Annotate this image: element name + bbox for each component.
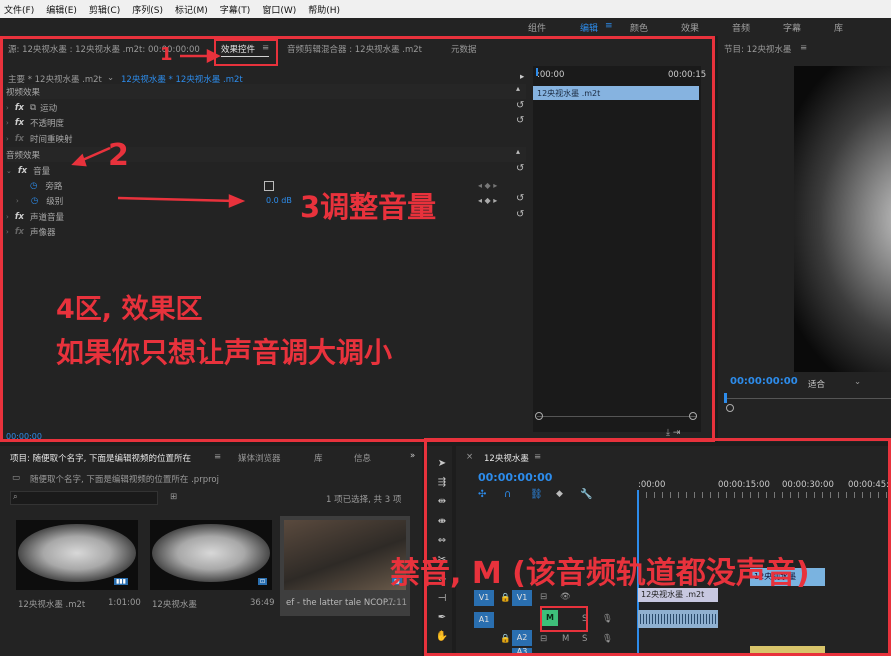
media-thumbnail[interactable]: ▮▮▮ bbox=[16, 520, 138, 590]
more-panels-icon[interactable]: » bbox=[410, 451, 415, 461]
project-file-name: 随便取个名字, 下面是编辑视频的位置所在 .prproj bbox=[30, 475, 219, 485]
annotation-mute-note: 禁音, M (该音频轨道都没声音) bbox=[390, 556, 810, 591]
chevron-down-icon[interactable]: ⌄ bbox=[854, 377, 861, 387]
audio-video-badge-icon: ▮▮▮ bbox=[114, 578, 128, 585]
media-item-duration: 1:01:00 bbox=[108, 598, 141, 608]
new-bin-icon[interactable]: ⊞ bbox=[170, 492, 177, 502]
annotation-box-mute bbox=[540, 606, 588, 632]
panel-menu-icon[interactable]: ≡ bbox=[214, 452, 221, 462]
program-title[interactable]: 节目: 12央视水墨 bbox=[724, 43, 791, 55]
annotation-number-1: 1 bbox=[160, 44, 173, 65]
program-scrub-bar[interactable] bbox=[724, 398, 891, 399]
info-tab[interactable]: 信息 bbox=[354, 452, 371, 464]
media-thumbnail[interactable]: ▦ bbox=[284, 520, 406, 590]
fit-dropdown[interactable]: 适合 bbox=[808, 378, 825, 390]
annotation-zone4-title: 4区, 效果区 bbox=[56, 294, 203, 325]
media-item-name[interactable]: 12央视水墨 bbox=[152, 598, 197, 610]
annotation-box-timeline bbox=[424, 438, 891, 656]
program-monitor-panel: 节目: 12央视水墨 ≡ 00:00:00:00 适合 ⌄ bbox=[718, 36, 891, 442]
zoom-handle[interactable] bbox=[726, 404, 734, 412]
selection-info: 1 项已选择, 共 3 项 bbox=[326, 495, 402, 505]
media-item-duration: 36:49 bbox=[250, 598, 275, 608]
program-video-frame[interactable] bbox=[794, 66, 891, 372]
annotation-number-2: 2 bbox=[108, 138, 129, 173]
media-item-duration: 7:11 bbox=[388, 598, 408, 608]
search-icon: ⌕ bbox=[13, 492, 18, 502]
project-panel: 项目: 随便取个名字, 下面是编辑视频的位置所在 ≡ 媒体浏览器 库 信息 » … bbox=[0, 446, 422, 656]
search-input[interactable] bbox=[10, 491, 158, 505]
annotation-zone4-desc: 如果你只想让声音调大调小 bbox=[56, 336, 393, 369]
program-playhead[interactable] bbox=[724, 393, 727, 403]
libraries-tab[interactable]: 库 bbox=[314, 452, 323, 464]
media-thumbnail[interactable]: ⊡ bbox=[150, 520, 272, 590]
panel-menu-icon[interactable]: ≡ bbox=[800, 43, 807, 53]
project-tab[interactable]: 项目: 随便取个名字, 下面是编辑视频的位置所在 bbox=[10, 452, 191, 464]
sequence-badge-icon: ⊡ bbox=[258, 578, 268, 585]
media-item-name[interactable]: 12央视水墨 .m2t bbox=[18, 598, 85, 610]
media-item-name[interactable]: ef - the latter tale NCOP... bbox=[286, 598, 395, 608]
program-timecode[interactable]: 00:00:00:00 bbox=[730, 376, 798, 387]
annotation-adjust-volume: 3调整音量 bbox=[300, 190, 437, 224]
project-file-icon: ▭ bbox=[12, 473, 21, 483]
media-browser-tab[interactable]: 媒体浏览器 bbox=[238, 452, 281, 464]
